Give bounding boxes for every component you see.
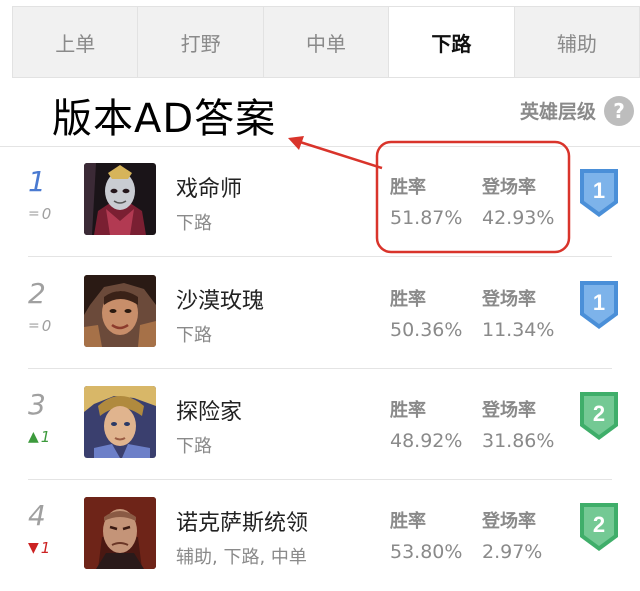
help-icon[interactable]: ? (604, 96, 634, 126)
hero-name: 戏命师 (176, 177, 243, 202)
pick-rate-value: 11.34% (482, 319, 555, 341)
pick-rate-value: 2.97% (482, 541, 543, 563)
rank-trend: ▲ 1 (28, 428, 50, 446)
trend-value: 1 (40, 539, 51, 557)
hero-row[interactable]: 4 ▼ 1 诺克萨斯统领 辅助, 下路, 中单 胜率 登场率 53.80% 2.… (0, 481, 640, 591)
hero-row[interactable]: 3 ▲ 1 探险家 下路 胜率 登场率 48.92% 31.86% 2 (0, 370, 640, 480)
win-rate-label: 胜率 (390, 177, 426, 198)
win-rate-label: 胜率 (390, 511, 426, 532)
jhin-portrait (84, 163, 156, 235)
tier-badge-icon: 1 (578, 167, 620, 219)
role-tabs: 上单 打野 中单 下路 辅助 (12, 6, 640, 78)
samira-portrait (84, 275, 156, 347)
ezreal-portrait (84, 386, 156, 458)
tab-mid[interactable]: 中单 (264, 7, 390, 77)
trend-equal-icon: = (28, 318, 40, 334)
trend-equal-icon: = (28, 206, 40, 222)
tab-support[interactable]: 辅助 (515, 7, 639, 77)
rank-number: 1 (28, 165, 46, 198)
win-rate-value: 51.87% (390, 207, 463, 229)
swain-portrait (84, 497, 156, 569)
pick-rate-label: 登场率 (482, 400, 536, 421)
win-rate-label: 胜率 (390, 289, 426, 310)
tab-bottom[interactable]: 下路 (389, 7, 515, 77)
tab-jungle[interactable]: 打野 (138, 7, 264, 77)
tier-value: 2 (593, 512, 605, 537)
trend-down-icon: ▼ (28, 540, 39, 556)
tier-value: 2 (593, 401, 605, 426)
trend-value: 1 (40, 428, 51, 446)
hero-name: 探险家 (176, 400, 243, 425)
pick-rate-label: 登场率 (482, 511, 536, 532)
tier-header-label: 英雄层级 (519, 101, 596, 123)
tier-badge-icon: 1 (578, 279, 620, 331)
trend-up-icon: ▲ (28, 429, 39, 445)
pick-rate-label: 登场率 (482, 289, 536, 310)
hero-role: 下路 (176, 213, 212, 234)
rank-number: 4 (28, 499, 46, 532)
rank-number: 3 (28, 388, 46, 421)
hero-row[interactable]: 2 = 0 沙漠玫瑰 下路 胜率 登场率 50.36% 11.34% 1 (0, 259, 640, 369)
tier-badge-icon: 2 (578, 390, 620, 442)
pick-rate-value: 42.93% (482, 207, 555, 229)
rank-trend: = 0 (28, 317, 51, 335)
headline-overlay: 版本AD答案 (52, 96, 277, 142)
tab-top[interactable]: 上单 (13, 7, 139, 77)
tier-badge-icon: 2 (578, 501, 620, 553)
trend-value: 0 (41, 317, 52, 335)
hero-name: 沙漠玫瑰 (176, 289, 265, 314)
hero-role: 下路 (176, 325, 212, 346)
row-divider (28, 368, 612, 369)
row-divider (28, 479, 612, 480)
rank-number: 2 (28, 277, 46, 310)
win-rate-value: 53.80% (390, 541, 463, 563)
rank-trend: = 0 (28, 205, 51, 223)
hero-role: 下路 (176, 436, 212, 457)
win-rate-value: 50.36% (390, 319, 463, 341)
hero-row[interactable]: 1 = 0 戏命师 下路 胜率 登场率 51.87% 42.93% 1 (0, 147, 640, 257)
hero-role: 辅助, 下路, 中单 (176, 547, 307, 568)
hero-name: 诺克萨斯统领 (176, 511, 309, 536)
row-divider (28, 256, 612, 257)
win-rate-value: 48.92% (390, 430, 463, 452)
tier-value: 1 (593, 178, 605, 203)
rank-trend: ▼ 1 (28, 539, 50, 557)
tier-value: 1 (593, 290, 605, 315)
win-rate-label: 胜率 (390, 400, 426, 421)
trend-value: 0 (41, 205, 52, 223)
pick-rate-label: 登场率 (482, 177, 536, 198)
pick-rate-value: 31.86% (482, 430, 555, 452)
